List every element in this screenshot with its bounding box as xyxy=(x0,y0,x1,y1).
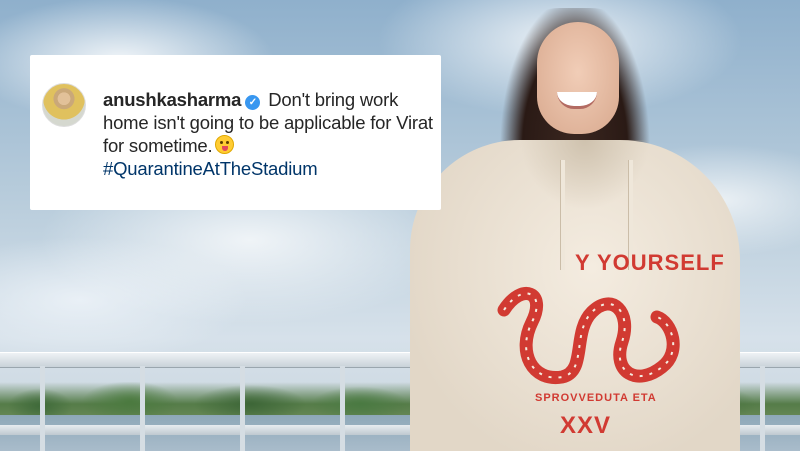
railing-post xyxy=(140,366,145,451)
hoodie-print-line2: SPROVVEDUTA ETA xyxy=(535,392,657,404)
railing-post xyxy=(340,366,345,451)
face-savoring-food-emoji-icon xyxy=(215,135,235,154)
username-link[interactable]: anushkasharma xyxy=(103,89,241,110)
railing-post xyxy=(240,366,245,451)
verified-badge-icon: ✓ xyxy=(245,95,261,110)
avatar[interactable] xyxy=(42,83,86,127)
railing-post xyxy=(40,366,45,451)
hoodie-print-line3: XXV xyxy=(560,412,612,439)
railing-post xyxy=(760,366,765,451)
hoodie-print-line1: Y YOURSELF xyxy=(575,250,725,275)
hashtag-link[interactable]: #QuarantineAtTheStadium xyxy=(103,157,433,180)
hoodie-snake-graphic xyxy=(497,287,680,384)
person-face xyxy=(537,22,619,134)
post-caption: anushkasharma ✓ Don't bring work home isn… xyxy=(103,88,433,180)
hoodie-drawstring xyxy=(560,160,565,270)
